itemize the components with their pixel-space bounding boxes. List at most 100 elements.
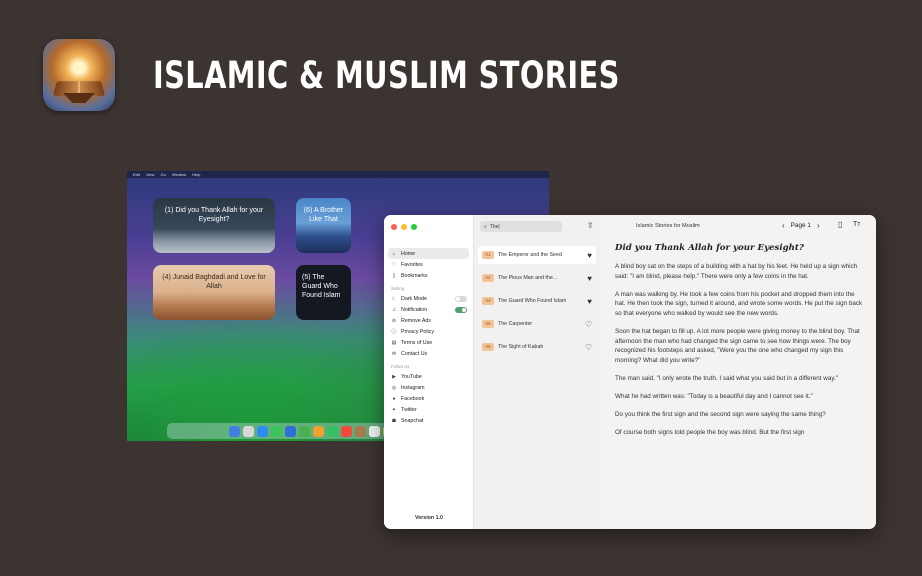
setting-section-label: Setting [391, 286, 405, 291]
sidebar-item-instagram[interactable]: ◎ Instagram [388, 382, 469, 393]
sidebar-item-snapchat[interactable]: ☗ Snapchat [388, 415, 469, 426]
sidebar-item-label: Contact Us [401, 350, 428, 357]
reminders-icon[interactable] [368, 425, 380, 437]
menubar-item: Window [171, 172, 187, 177]
messages-icon[interactable] [270, 425, 282, 437]
story-title: The Carpenter [498, 321, 533, 327]
menubar-item: Edit [133, 172, 140, 177]
sidebar-item-notification: ♫ Notification [388, 304, 469, 315]
window-controls [391, 224, 417, 230]
list-item[interactable]: 01 The Emperor and the Seed ♥ [478, 246, 596, 264]
story-paragraph: A blind boy sat on the steps of a buildi… [615, 263, 858, 280]
calendar-icon[interactable] [340, 425, 352, 437]
notification-toggle[interactable] [455, 306, 467, 313]
sidebar-item-twitter[interactable]: ✦ Twitter [388, 404, 469, 415]
menubar-item: Go [160, 172, 166, 177]
story-title: The Sight of Kabah [498, 344, 544, 350]
list-item[interactable]: 09 The Sight of Kabah ♡ [478, 338, 596, 356]
maps-icon[interactable] [298, 425, 310, 437]
safari-icon[interactable] [256, 425, 268, 437]
sidebar-item-label: Bookmarks [401, 272, 428, 279]
list-item[interactable]: 06 The Carpenter ♡ [478, 315, 596, 333]
desktop-menubar: Edit View Go Window Help [127, 171, 549, 178]
list-item[interactable]: 04 The Guard Who Found Islam ♥ [478, 292, 596, 310]
no-ads-icon: ⊘ [391, 317, 397, 324]
widget-story-6[interactable]: (6) A Brother Like That [296, 198, 351, 253]
heart-filled-icon[interactable]: ♥ [582, 251, 592, 260]
sidebar-item-label: Dark Mode [401, 295, 427, 302]
story-number-badge: 01 [482, 251, 494, 259]
sidebar-item-favorites[interactable]: ♡ Favorites [388, 259, 469, 270]
sidebar-item-label: Favorites [401, 261, 423, 268]
sidebar-item-terms-of-use[interactable]: ▤ Terms of Use [388, 337, 469, 348]
story-paragraph: A man was walking by. He took a few coin… [615, 290, 863, 317]
sidebar-item-contact-us[interactable]: ✉ Contact Us [388, 348, 469, 359]
search-input[interactable] [489, 223, 554, 230]
bookmark-toolbar-icon[interactable]: ▯ [838, 220, 842, 229]
heart-outline-icon[interactable]: ♡ [582, 320, 592, 329]
twitter-icon: ✦ [391, 406, 397, 413]
facebook-icon: ● [392, 395, 396, 402]
heart-filled-icon[interactable]: ♥ [582, 297, 592, 306]
zoom-window-button[interactable] [411, 224, 417, 230]
info-icon: ⓘ [391, 329, 397, 335]
document-icon: ▤ [391, 339, 397, 346]
list-item[interactable]: 02 The Pious Man and the... ♥ [478, 269, 596, 287]
widget-story-1[interactable]: (1) Did you Thank Allah for your Eyesigh… [153, 198, 275, 253]
photos-icon[interactable] [312, 425, 324, 437]
finder-icon[interactable] [228, 425, 240, 437]
moon-icon: ☾ [391, 295, 397, 302]
sidebar-item-home[interactable]: ⌂ Home [388, 248, 469, 259]
sidebar-item-label: YouTube [401, 373, 422, 380]
sidebar-item-label: Facebook [401, 395, 425, 402]
sidebar-item-youtube[interactable]: ▶ YouTube [388, 371, 469, 382]
instagram-icon: ◎ [391, 384, 397, 391]
story-list: 01 The Emperor and the Seed ♥ 02 The Pio… [478, 246, 596, 361]
dark-mode-toggle[interactable] [455, 295, 467, 302]
heart-outline-icon[interactable]: ♡ [582, 343, 592, 352]
book-stand-icon [63, 93, 95, 103]
minimize-window-button[interactable] [401, 224, 407, 230]
sidebar-item-facebook[interactable]: ● Facebook [388, 393, 469, 404]
sidebar-item-bookmarks[interactable]: ▯ Bookmarks [388, 270, 469, 281]
window-title: Islamic Stories for Muslim [636, 223, 700, 229]
sidebar-item-label: Terms of Use [401, 339, 433, 346]
story-number-badge: 02 [482, 274, 494, 282]
story-paragraph: Soon the hat began to fill up. A lot mor… [615, 327, 860, 364]
version-label: Version 1.0 [415, 515, 443, 521]
sidebar-item-dark-mode: ☾ Dark Mode [388, 293, 469, 304]
widget-story-5[interactable]: (5) The Guard Who Found Islam [296, 265, 351, 320]
bookmark-icon: ▯ [392, 272, 396, 279]
launchpad-icon[interactable] [242, 425, 254, 437]
text-size-icon[interactable]: Tт [853, 221, 860, 228]
story-title: The Pious Man and the... [498, 275, 558, 281]
story-paragraph: Do you think the first sign and the seco… [615, 411, 826, 419]
sidebar-item-remove-ads[interactable]: ⊘ Remove Ads [388, 315, 469, 326]
mail-app-icon[interactable] [284, 425, 296, 437]
sidebar-item-label: Snapchat [401, 417, 424, 424]
home-icon: ⌂ [392, 250, 396, 257]
story-paragraph: Of course both signs told people the boy… [615, 429, 805, 437]
mail-icon: ✉ [391, 350, 397, 357]
app-icon [43, 39, 115, 111]
app-window: ⌂ Home ♡ Favorites ▯ Bookmarks Setting ☾… [384, 215, 876, 529]
chevron-left-icon[interactable]: ‹ [782, 221, 785, 230]
sidebar: ⌂ Home ♡ Favorites ▯ Bookmarks Setting ☾… [384, 215, 474, 529]
sidebar-item-privacy-policy[interactable]: ⓘ Privacy Policy [388, 326, 469, 337]
chevron-right-icon[interactable]: › [817, 221, 820, 230]
story-paragraph: What he had written was: "Today is a bea… [615, 392, 813, 400]
follow-section-label: Follow Us [391, 364, 410, 369]
heart-icon: ♡ [391, 261, 397, 268]
facetime-icon[interactable] [326, 425, 338, 437]
sidebar-item-label: Notification [401, 306, 428, 313]
search-bar[interactable]: ⌕ [480, 221, 562, 232]
sidebar-item-label: Home [401, 250, 416, 257]
widget-story-4[interactable]: (4) Junaid Baghdadi and Love for Allah [153, 265, 275, 320]
sidebar-item-label: Privacy Policy [401, 328, 434, 335]
contacts-icon[interactable] [354, 425, 366, 437]
sidebar-nav: ⌂ Home ♡ Favorites ▯ Bookmarks Setting ☾… [388, 248, 469, 426]
close-window-button[interactable] [391, 224, 397, 230]
sidebar-item-label: Twitter [401, 406, 417, 413]
heart-filled-icon[interactable]: ♥ [582, 274, 592, 283]
share-icon[interactable]: ⇪ [587, 221, 594, 230]
